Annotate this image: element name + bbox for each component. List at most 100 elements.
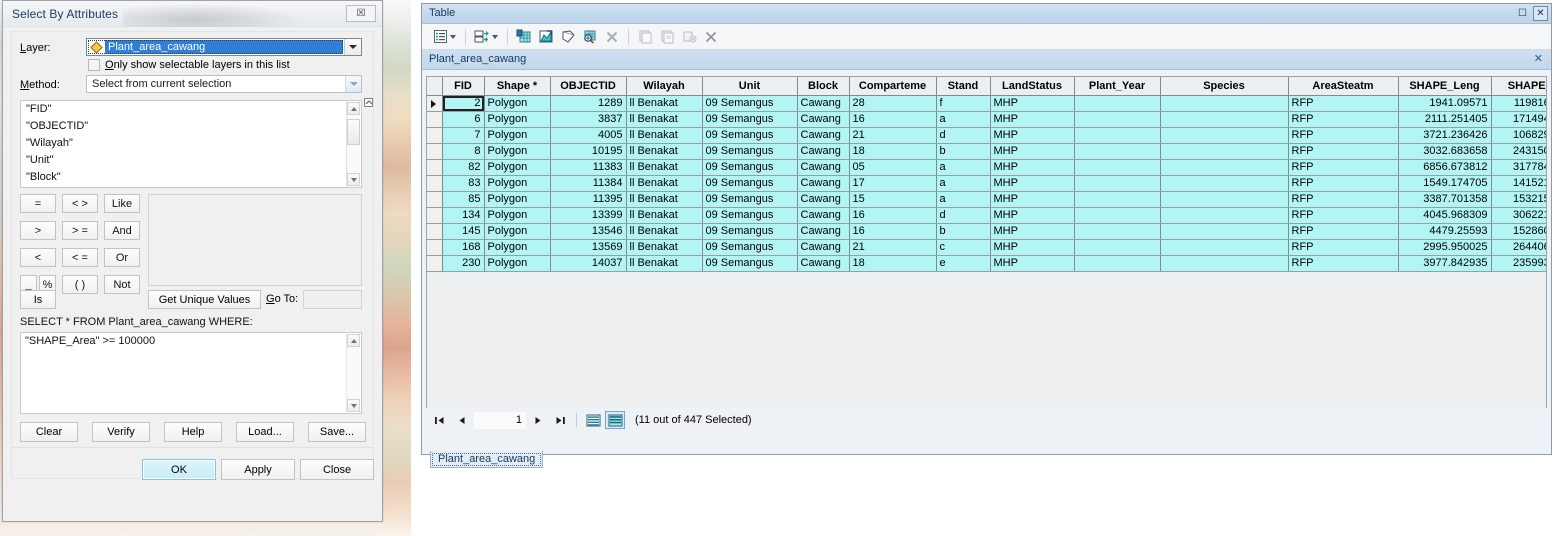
previous-record-button[interactable] — [452, 411, 472, 429]
dropdown-caret-icon[interactable] — [492, 34, 498, 39]
cell-shape_leng[interactable]: 6856.673812 — [1398, 159, 1492, 176]
cell-unit[interactable]: 09 Semangus — [702, 255, 798, 272]
cell-stand[interactable]: e — [936, 255, 991, 272]
cell-unit[interactable]: 09 Semangus — [702, 207, 798, 224]
column-header-block[interactable]: Block — [797, 77, 850, 96]
row-selector-cell[interactable] — [427, 143, 443, 160]
cell-species[interactable] — [1160, 207, 1289, 224]
cell-objectid[interactable]: 3837 — [550, 111, 627, 128]
table-layer-close-button[interactable]: ✕ — [1534, 52, 1543, 65]
operator-greater-equal-button[interactable]: > = — [62, 221, 98, 240]
operator-less-equal-button[interactable]: < = — [62, 248, 98, 267]
cell-areasteatm[interactable]: RFP — [1288, 207, 1399, 224]
table-row[interactable]: 230 Polygon 14037 ll Benakat 09 Semangus Cawa… — [427, 255, 1546, 272]
row-selector-cell[interactable] — [427, 127, 443, 144]
cell-shape_area[interactable]: 306221.434756 — [1491, 207, 1546, 224]
cell-shape_leng[interactable]: 2111.251405 — [1398, 111, 1492, 128]
cell-landstatus[interactable]: MHP — [990, 191, 1075, 208]
save-button[interactable]: Save... — [308, 422, 366, 442]
cell-shape_area[interactable]: 119816.594231 — [1491, 95, 1546, 112]
cell-wilayah[interactable]: ll Benakat — [626, 191, 703, 208]
only-selectable-layers-row[interactable]: Only show selectable layers in this list — [88, 59, 290, 71]
cell-unit[interactable]: 09 Semangus — [702, 223, 798, 240]
scrollbar-track[interactable] — [347, 115, 360, 173]
table-row[interactable]: 8 Polygon 10195 ll Benakat 09 Semangus Cawang… — [427, 143, 1546, 160]
row-selector-cell[interactable] — [427, 159, 443, 176]
column-header-comparteme[interactable]: Comparteme — [849, 77, 937, 96]
cell-shape_area[interactable]: 106829.333467 — [1491, 127, 1546, 144]
row-selector-cell[interactable] — [427, 239, 443, 256]
cell-wilayah[interactable]: ll Benakat — [626, 239, 703, 256]
load-button[interactable]: Load... — [236, 422, 294, 442]
cell-shape[interactable]: Polygon — [484, 239, 551, 256]
first-record-button[interactable] — [430, 411, 450, 429]
field-list-item[interactable]: "Unit" — [21, 152, 361, 169]
dropdown-caret-icon[interactable] — [450, 34, 456, 39]
cell-unit[interactable]: 09 Semangus — [702, 159, 798, 176]
cell-plant_year[interactable] — [1074, 111, 1161, 128]
cell-species[interactable] — [1160, 239, 1289, 256]
cell-fid[interactable]: 82 — [442, 159, 485, 176]
row-selector-cell[interactable] — [427, 207, 443, 224]
cell-shape[interactable]: Polygon — [484, 191, 551, 208]
cell-objectid[interactable]: 11383 — [550, 159, 627, 176]
cell-unit[interactable]: 09 Semangus — [702, 175, 798, 192]
field-list-item[interactable]: "FID" — [21, 101, 361, 118]
cell-comparteme[interactable]: 18 — [849, 143, 937, 160]
cell-fid[interactable]: 145 — [442, 223, 485, 240]
go-to-input[interactable] — [303, 290, 362, 309]
cell-comparteme[interactable]: 15 — [849, 191, 937, 208]
cell-areasteatm[interactable]: RFP — [1288, 223, 1399, 240]
scrollbar-track[interactable] — [347, 347, 360, 399]
cell-wilayah[interactable]: ll Benakat — [626, 95, 703, 112]
cell-shape_leng[interactable]: 4045.968309 — [1398, 207, 1492, 224]
cell-areasteatm[interactable]: RFP — [1288, 191, 1399, 208]
cell-plant_year[interactable] — [1074, 255, 1161, 272]
layer-dropdown-arrow[interactable] — [344, 39, 361, 55]
cell-fid[interactable]: 134 — [442, 207, 485, 224]
cell-block[interactable]: Cawang — [797, 95, 850, 112]
cell-shape[interactable]: Polygon — [484, 127, 551, 144]
cell-unit[interactable]: 09 Semangus — [702, 127, 798, 144]
cell-shape[interactable]: Polygon — [484, 223, 551, 240]
field-list-item[interactable]: "OBJECTID" — [21, 118, 361, 135]
method-combobox[interactable]: Select from current selection — [86, 75, 362, 93]
table-close-button[interactable]: ✕ — [1533, 6, 1548, 21]
cell-stand[interactable]: a — [936, 191, 991, 208]
cell-block[interactable]: Cawang — [797, 175, 850, 192]
table-row[interactable]: 85 Polygon 11395 ll Benakat 09 Semangus Cawan… — [427, 191, 1546, 208]
cell-stand[interactable]: a — [936, 175, 991, 192]
cell-plant_year[interactable] — [1074, 95, 1161, 112]
layer-combobox[interactable]: Plant_area_cawang — [86, 38, 362, 56]
cell-shape_area[interactable]: 153215.107936 — [1491, 191, 1546, 208]
only-selectable-checkbox[interactable] — [88, 59, 100, 71]
cell-shape[interactable]: Polygon — [484, 207, 551, 224]
cell-species[interactable] — [1160, 127, 1289, 144]
cell-stand[interactable]: c — [936, 239, 991, 256]
cell-objectid[interactable]: 1289 — [550, 95, 627, 112]
cell-wilayah[interactable]: ll Benakat — [626, 207, 703, 224]
show-all-records-button[interactable] — [583, 411, 603, 429]
column-header-shapearea[interactable]: SHAPE_Area — [1491, 77, 1546, 96]
operator-like-button[interactable]: Like — [104, 194, 140, 213]
cell-shape_area[interactable]: 264406.516259 — [1491, 239, 1546, 256]
column-header-areasteatm[interactable]: AreaSteatm — [1288, 77, 1399, 96]
help-button[interactable]: Help — [164, 422, 222, 442]
cell-block[interactable]: Cawang — [797, 255, 850, 272]
cell-comparteme[interactable]: 21 — [849, 239, 937, 256]
cell-species[interactable] — [1160, 255, 1289, 272]
cell-objectid[interactable]: 10195 — [550, 143, 627, 160]
scroll-down-button[interactable] — [347, 173, 360, 186]
cell-shape[interactable]: Polygon — [484, 175, 551, 192]
close-button[interactable]: Close — [300, 459, 374, 480]
related-tables-icon[interactable] — [472, 27, 492, 47]
current-record-input[interactable]: 1 — [474, 411, 526, 429]
cell-species[interactable] — [1160, 175, 1289, 192]
cell-stand[interactable]: d — [936, 127, 991, 144]
cell-block[interactable]: Cawang — [797, 159, 850, 176]
row-selector-cell[interactable] — [427, 175, 443, 192]
table-row[interactable]: 7 Polygon 4005 ll Benakat 09 Semangus Cawang 2… — [427, 127, 1546, 144]
cell-shape_area[interactable]: 243150.296357 — [1491, 143, 1546, 160]
cell-plant_year[interactable] — [1074, 143, 1161, 160]
cell-stand[interactable]: b — [936, 223, 991, 240]
